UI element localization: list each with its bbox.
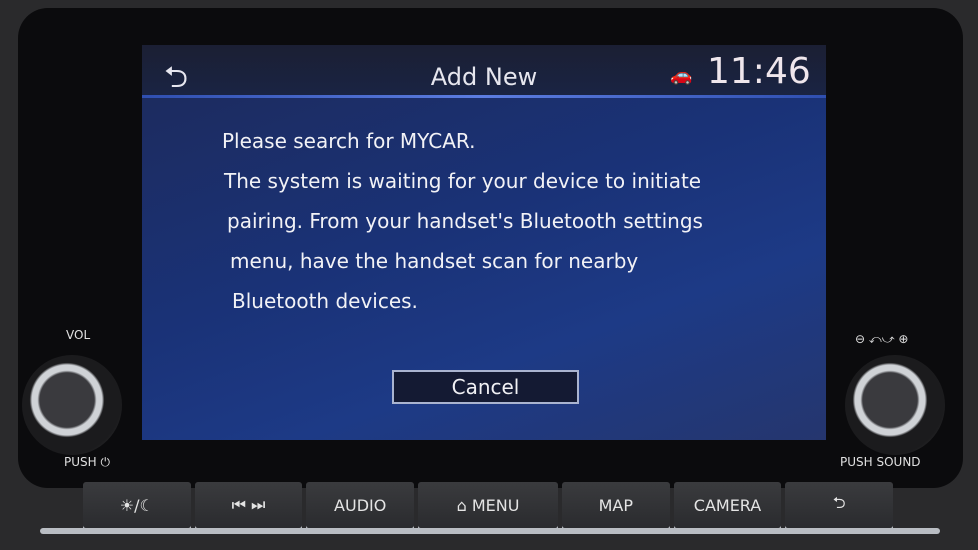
- day-night-button[interactable]: ☀/☾: [83, 482, 191, 528]
- track-skip-button[interactable]: ⏮ ⏭: [194, 482, 303, 528]
- chrome-trim: [40, 528, 940, 534]
- pairing-message: Please search for MYCAR. The system is w…: [222, 121, 782, 321]
- zoom-icon: ⊖ ⤺⤻ ⊕: [855, 332, 909, 346]
- message-line: pairing. From your handset's Bluetooth s…: [227, 209, 703, 233]
- audio-button[interactable]: AUDIO: [306, 482, 415, 528]
- menu-button[interactable]: ⌂ MENU: [418, 482, 558, 528]
- touch-screen: ⮌ Add New 🚗 11:46 Please search for MYCA…: [142, 45, 826, 440]
- volume-knob[interactable]: [22, 355, 122, 455]
- header-bar: ⮌ Add New 🚗 11:46: [142, 45, 826, 97]
- message-line: Bluetooth devices.: [232, 289, 418, 313]
- message-line: The system is waiting for your device to…: [224, 169, 702, 193]
- phone-car-connection-icon: 🚗: [670, 65, 693, 86]
- message-line: Please search for MYCAR.: [222, 129, 476, 153]
- map-button[interactable]: MAP: [561, 482, 670, 528]
- message-line: menu, have the handset scan for nearby: [230, 249, 639, 273]
- power-label: PUSH ⏻: [64, 455, 110, 469]
- vol-label: VOL: [66, 328, 91, 342]
- sound-label: PUSH SOUND: [840, 455, 921, 469]
- header-divider: [142, 95, 826, 98]
- back-button[interactable]: ⮌: [785, 482, 893, 528]
- camera-button[interactable]: CAMERA: [673, 482, 782, 528]
- clock: 11:46: [707, 51, 811, 92]
- hard-button-bar: ☀/☾ ⏮ ⏭ AUDIO ⌂ MENU MAP CAMERA ⮌: [83, 482, 893, 528]
- tune-knob[interactable]: [845, 355, 945, 455]
- cancel-button[interactable]: Cancel: [392, 370, 579, 404]
